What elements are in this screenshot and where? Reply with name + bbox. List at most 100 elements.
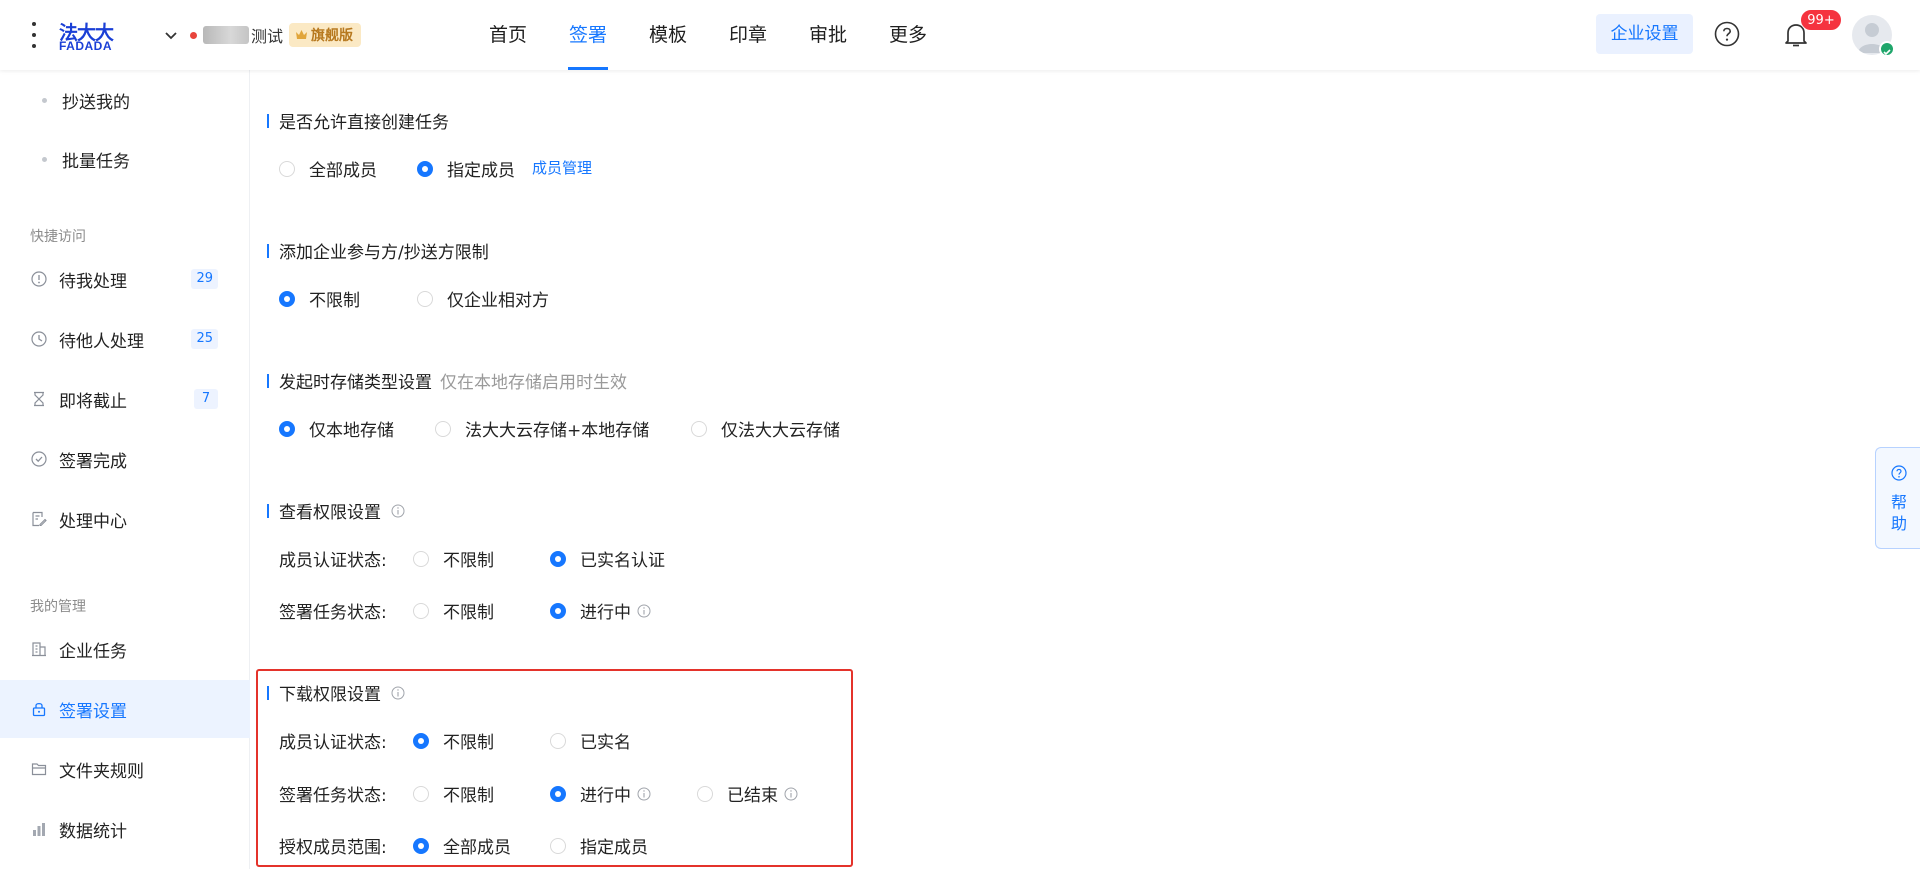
main-nav: 首页 签署 模板 印章 审批 更多	[468, 0, 948, 70]
radio-participant-no-limit[interactable]: 不限制	[279, 286, 360, 311]
sidebar-item-due-soon[interactable]: 即将截止 7	[0, 370, 250, 428]
section-title-my-management: 我的管理	[30, 599, 86, 615]
sidebar-item-label: 签署设置	[59, 701, 127, 722]
radio-circle[interactable]	[279, 160, 295, 177]
radio-label: 仅法大大云存储	[721, 421, 840, 441]
folder-icon	[31, 763, 47, 776]
section-marker	[267, 113, 269, 128]
lock-icon	[32, 702, 46, 717]
bullet-dot	[42, 157, 47, 162]
count-badge: 7	[194, 389, 218, 409]
view-task-status-label: 签署任务状态:	[279, 603, 387, 623]
radio-label: 不限制	[309, 291, 360, 311]
sidebar-item-data-stats[interactable]: 数据统计	[0, 800, 250, 858]
sidebar-item-label: 即将截止	[59, 391, 127, 412]
radio-view-member-verified[interactable]: 已实名认证	[550, 546, 665, 571]
sidebar-item-completed[interactable]: 签署完成	[0, 430, 250, 488]
crown-icon	[296, 30, 308, 39]
sidebar-item-pending-others[interactable]: 待他人处理 25	[0, 310, 250, 368]
section-title-text: 发起时存储类型设置	[279, 373, 432, 393]
sidebar-item-label: 文件夹规则	[59, 761, 144, 782]
edition-label: 旗舰版	[311, 28, 354, 44]
member-management-link[interactable]: 成员管理	[532, 157, 592, 178]
info-icon[interactable]	[637, 604, 651, 618]
org-name: 测试	[251, 29, 284, 46]
radio-view-task-no-limit[interactable]: 不限制	[413, 598, 494, 623]
view-member-status-label: 成员认证状态:	[279, 551, 387, 571]
radio-circle[interactable]	[417, 290, 433, 307]
radio-circle[interactable]	[417, 160, 433, 177]
radio-label: 全部成员	[309, 161, 377, 181]
enterprise-settings-button[interactable]: 企业设置	[1596, 14, 1693, 54]
section-title-text: 添加企业参与方/抄送方限制	[279, 243, 489, 263]
section-title-note: 仅在本地存储启用时生效	[440, 373, 627, 393]
highlight-annotation-box	[256, 669, 853, 867]
notification-badge: 99+	[1800, 9, 1842, 31]
nav-more[interactable]: 更多	[868, 0, 948, 70]
building-icon	[32, 642, 46, 657]
radio-view-member-no-limit[interactable]: 不限制	[413, 546, 494, 571]
sidebar-item-batch-tasks[interactable]: 批量任务	[62, 147, 130, 172]
sidebar-item-pending-me[interactable]: 待我处理 29	[0, 250, 250, 308]
chevron-down-icon	[165, 32, 177, 40]
nav-home[interactable]: 首页	[468, 0, 548, 70]
count-badge: 25	[191, 329, 218, 349]
help-icon[interactable]	[1714, 21, 1740, 47]
radio-circle[interactable]	[691, 420, 707, 437]
org-name-redacted	[203, 26, 249, 44]
help-icon	[1891, 465, 1907, 481]
radio-circle[interactable]	[413, 550, 429, 567]
section-create-task-title: 是否允许直接创建任务	[267, 108, 449, 133]
sidebar-item-label: 数据统计	[59, 821, 127, 842]
sidebar-item-enterprise-tasks[interactable]: 企业任务	[0, 620, 250, 678]
radio-circle[interactable]	[550, 550, 566, 567]
nav-template[interactable]: 模板	[628, 0, 708, 70]
radio-create-specified-members[interactable]: 指定成员	[417, 156, 515, 181]
sidebar: 抄送我的 批量任务 快捷访问 待我处理 29 待他人处理 25 即将截止 7 签…	[0, 70, 250, 869]
radio-storage-cloud-and-local[interactable]: 法大大云存储+本地存储	[435, 416, 649, 441]
radio-label: 仅企业相对方	[447, 291, 549, 311]
section-marker	[267, 503, 269, 518]
clock-icon	[31, 331, 47, 347]
radio-storage-local-only[interactable]: 仅本地存储	[279, 416, 394, 441]
sidebar-item-folder-rules[interactable]: 文件夹规则	[0, 740, 250, 798]
app-menu-icon[interactable]	[30, 20, 38, 50]
alert-circle-icon	[31, 271, 47, 287]
fadada-logo[interactable]: 法大大 FADADA	[59, 18, 123, 53]
check-circle-icon	[31, 451, 47, 467]
nav-seal[interactable]: 印章	[708, 0, 788, 70]
section-storage-type-title: 发起时存储类型设置 仅在本地存储启用时生效	[267, 368, 627, 393]
radio-label: 不限制	[443, 603, 494, 623]
sidebar-item-label: 处理中心	[59, 511, 127, 532]
sidebar-item-processing-center[interactable]: 处理中心	[0, 490, 250, 548]
radio-label: 法大大云存储+本地存储	[465, 421, 650, 441]
sidebar-item-label: 企业任务	[59, 641, 127, 662]
sidebar-item-sign-settings[interactable]: 签署设置	[0, 680, 250, 738]
radio-circle[interactable]	[279, 420, 295, 437]
help-float-button[interactable]: 帮助	[1875, 447, 1920, 549]
radio-circle[interactable]	[435, 420, 451, 437]
radio-circle[interactable]	[279, 290, 295, 307]
help-float-label: 帮助	[1891, 493, 1908, 533]
radio-participant-counterparty-only[interactable]: 仅企业相对方	[417, 286, 549, 311]
nav-sign[interactable]: 签署	[548, 0, 628, 70]
section-view-permission-title: 查看权限设置	[267, 498, 405, 523]
verified-icon	[1879, 41, 1895, 57]
section-title-quick-access: 快捷访问	[30, 229, 86, 245]
section-title-text: 查看权限设置	[279, 503, 381, 523]
info-icon[interactable]	[391, 504, 405, 518]
nav-approval[interactable]: 审批	[788, 0, 868, 70]
bar-chart-icon	[33, 823, 45, 836]
section-title-text: 是否允许直接创建任务	[279, 113, 449, 133]
radio-view-task-in-progress[interactable]: 进行中	[550, 598, 651, 623]
radio-label: 仅本地存储	[309, 421, 394, 441]
sidebar-item-cc-me[interactable]: 抄送我的	[62, 88, 130, 113]
radio-circle[interactable]	[413, 602, 429, 619]
radio-create-all-members[interactable]: 全部成员	[279, 156, 377, 181]
radio-circle[interactable]	[550, 602, 566, 619]
edit-doc-icon	[32, 511, 47, 527]
org-switcher[interactable]: 测试 旗舰版	[162, 22, 362, 48]
radio-storage-cloud-only[interactable]: 仅法大大云存储	[691, 416, 840, 441]
section-participant-limit-title: 添加企业参与方/抄送方限制	[267, 238, 489, 263]
radio-label: 指定成员	[447, 161, 515, 181]
